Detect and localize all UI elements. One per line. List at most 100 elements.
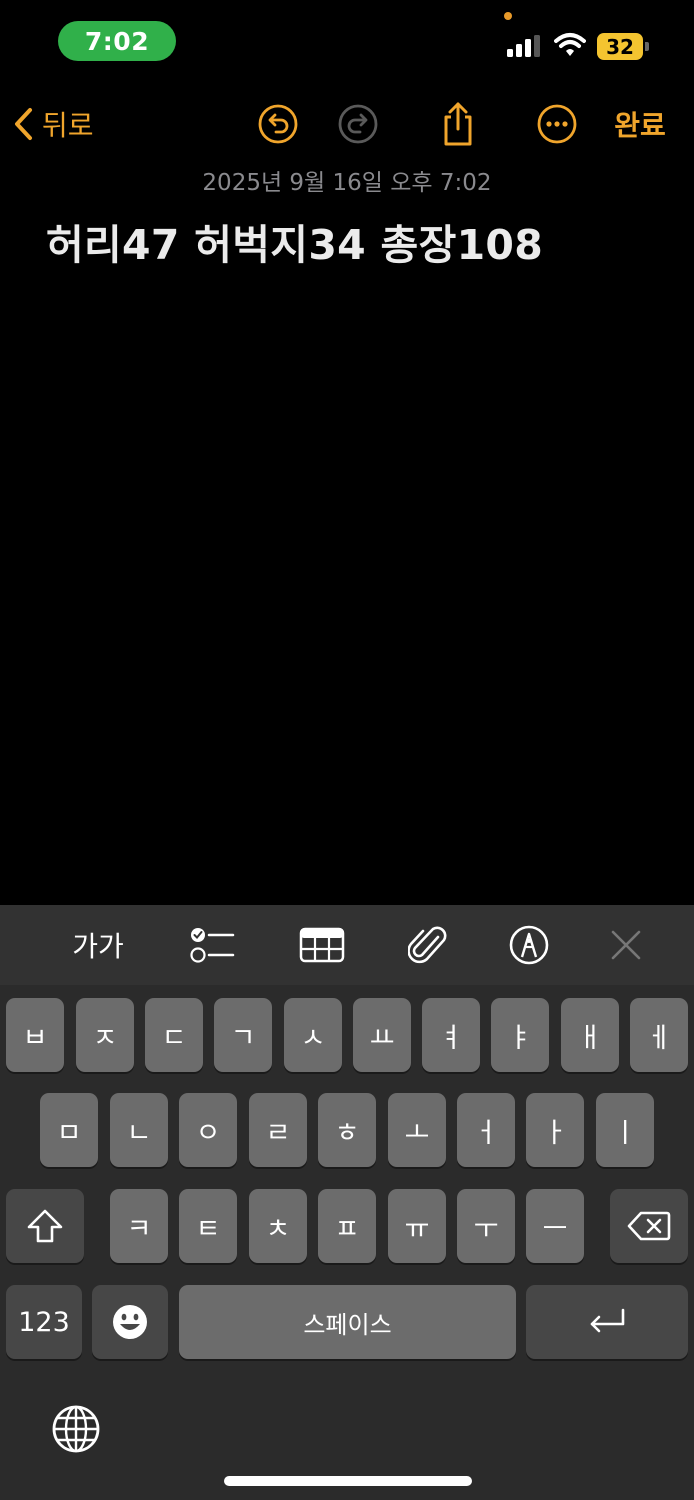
key-label: ㅅ bbox=[300, 1022, 326, 1054]
key-p[interactable]: ㅍ bbox=[318, 1189, 376, 1263]
key-label: ㅡ bbox=[542, 1213, 568, 1245]
note-date: 2025년 9월 16일 오후 7:02 bbox=[202, 170, 492, 196]
return-key[interactable] bbox=[526, 1285, 688, 1359]
key-label: ㅁ bbox=[56, 1117, 82, 1149]
key-label: ㅍ bbox=[334, 1213, 360, 1245]
key-label: ㅣ bbox=[612, 1117, 638, 1149]
more-button[interactable] bbox=[533, 92, 581, 156]
key-label: ㅗ bbox=[404, 1117, 430, 1149]
key-d[interactable]: ㄷ bbox=[145, 998, 203, 1072]
key-o[interactable]: ㅗ bbox=[388, 1093, 446, 1167]
key-i[interactable]: ㅣ bbox=[596, 1093, 654, 1167]
key-eu[interactable]: ㅡ bbox=[526, 1189, 584, 1263]
key-label: ㅋ bbox=[126, 1213, 152, 1245]
back-button[interactable]: 뒤로 bbox=[12, 92, 122, 156]
attachment-button[interactable] bbox=[400, 905, 456, 985]
key-h[interactable]: ㅎ bbox=[318, 1093, 376, 1167]
key-eo[interactable]: ㅓ bbox=[457, 1093, 515, 1167]
redo-button[interactable] bbox=[334, 92, 382, 156]
key-t[interactable]: ㅌ bbox=[179, 1189, 237, 1263]
delete-icon bbox=[627, 1211, 671, 1241]
key-e[interactable]: ㅔ bbox=[630, 998, 688, 1072]
more-icon bbox=[537, 104, 577, 144]
key-ng[interactable]: ㅇ bbox=[179, 1093, 237, 1167]
table-icon bbox=[299, 927, 345, 963]
key-label: ㄴ bbox=[126, 1117, 152, 1149]
undo-icon bbox=[258, 104, 298, 144]
key-yo[interactable]: ㅛ bbox=[353, 998, 411, 1072]
cellular-signal-icon bbox=[507, 35, 540, 57]
key-m[interactable]: ㅁ bbox=[40, 1093, 98, 1167]
attachment-icon bbox=[408, 926, 447, 964]
status-time: 7:02 bbox=[58, 21, 176, 61]
key-label: ㅕ bbox=[438, 1022, 464, 1054]
key-n[interactable]: ㄴ bbox=[110, 1093, 168, 1167]
close-icon bbox=[611, 930, 641, 960]
checklist-button[interactable] bbox=[184, 905, 240, 985]
key-label: ㅜ bbox=[473, 1213, 499, 1245]
key-ch[interactable]: ㅊ bbox=[249, 1189, 307, 1263]
checklist-icon bbox=[190, 928, 235, 963]
space-label: 스페이스 bbox=[303, 1310, 392, 1339]
space-key[interactable]: 스페이스 bbox=[179, 1285, 516, 1359]
key-label: ㅈ bbox=[92, 1022, 118, 1054]
status-bar: 7:02 32 bbox=[0, 0, 694, 80]
delete-key[interactable] bbox=[610, 1189, 688, 1263]
undo-button[interactable] bbox=[254, 92, 302, 156]
key-yu[interactable]: ㅠ bbox=[388, 1189, 446, 1263]
keyboard: 가가 ㅂ ㅈ ㄷ ㄱ ㅅ ㅛ ㅕ ㅑ ㅐ ㅔ ㅁ ㄴ ㅇ ㄹ ㅎ ㅗ ㅓ ㅏ ㅣ… bbox=[0, 905, 694, 1500]
format-label: 가가 bbox=[72, 930, 124, 963]
battery-icon: 32 bbox=[597, 33, 649, 60]
key-r[interactable]: ㄹ bbox=[249, 1093, 307, 1167]
note-title[interactable]: 허리47 허벅지34 총장108 bbox=[46, 211, 666, 271]
emoji-icon bbox=[113, 1305, 147, 1339]
back-label: 뒤로 bbox=[42, 109, 94, 142]
share-button[interactable] bbox=[434, 92, 482, 156]
shift-icon bbox=[27, 1209, 63, 1243]
key-ae[interactable]: ㅐ bbox=[561, 998, 619, 1072]
key-k[interactable]: ㅋ bbox=[110, 1189, 168, 1263]
chevron-left-icon bbox=[15, 108, 32, 140]
key-label: ㄷ bbox=[161, 1022, 187, 1054]
key-j[interactable]: ㅈ bbox=[76, 998, 134, 1072]
keyboard-toolbar: 가가 bbox=[0, 905, 694, 985]
key-label: ㄹ bbox=[265, 1117, 291, 1149]
key-label: ㅏ bbox=[542, 1117, 568, 1149]
key-g[interactable]: ㄱ bbox=[214, 998, 272, 1072]
done-label: 완료 bbox=[614, 109, 666, 142]
key-u[interactable]: ㅜ bbox=[457, 1189, 515, 1263]
key-label: ㅊ bbox=[265, 1213, 291, 1245]
numbers-key[interactable]: 123 bbox=[6, 1285, 82, 1359]
emoji-key[interactable] bbox=[92, 1285, 168, 1359]
format-button[interactable]: 가가 bbox=[62, 905, 134, 985]
globe-icon[interactable] bbox=[50, 1403, 102, 1455]
key-a[interactable]: ㅏ bbox=[526, 1093, 584, 1167]
key-ya[interactable]: ㅑ bbox=[491, 998, 549, 1072]
key-s[interactable]: ㅅ bbox=[284, 998, 342, 1072]
navigation-bar: 뒤로 완료 bbox=[0, 92, 694, 156]
markup-button[interactable] bbox=[501, 905, 557, 985]
key-yeo[interactable]: ㅕ bbox=[422, 998, 480, 1072]
battery-level: 32 bbox=[597, 33, 643, 60]
close-toolbar-button[interactable] bbox=[600, 905, 652, 985]
key-label: ㅇ bbox=[195, 1117, 221, 1149]
key-label: ㅐ bbox=[577, 1022, 603, 1054]
privacy-indicator bbox=[504, 12, 512, 20]
redo-icon bbox=[338, 104, 378, 144]
shift-key[interactable] bbox=[6, 1189, 84, 1263]
key-label: ㅑ bbox=[507, 1022, 533, 1054]
battery-cap bbox=[645, 42, 649, 51]
table-button[interactable] bbox=[294, 905, 350, 985]
markup-icon bbox=[509, 925, 549, 965]
key-label: ㅠ bbox=[404, 1213, 430, 1245]
key-label: ㅂ bbox=[22, 1022, 48, 1054]
done-button[interactable]: 완료 bbox=[605, 92, 675, 156]
key-b[interactable]: ㅂ bbox=[6, 998, 64, 1072]
wifi-icon bbox=[554, 33, 586, 56]
key-label: ㅔ bbox=[646, 1022, 672, 1054]
return-icon bbox=[590, 1308, 625, 1333]
key-label: ㅛ bbox=[369, 1022, 395, 1054]
share-icon bbox=[444, 102, 472, 146]
key-label: ㅓ bbox=[473, 1117, 499, 1149]
home-indicator[interactable] bbox=[224, 1476, 472, 1486]
